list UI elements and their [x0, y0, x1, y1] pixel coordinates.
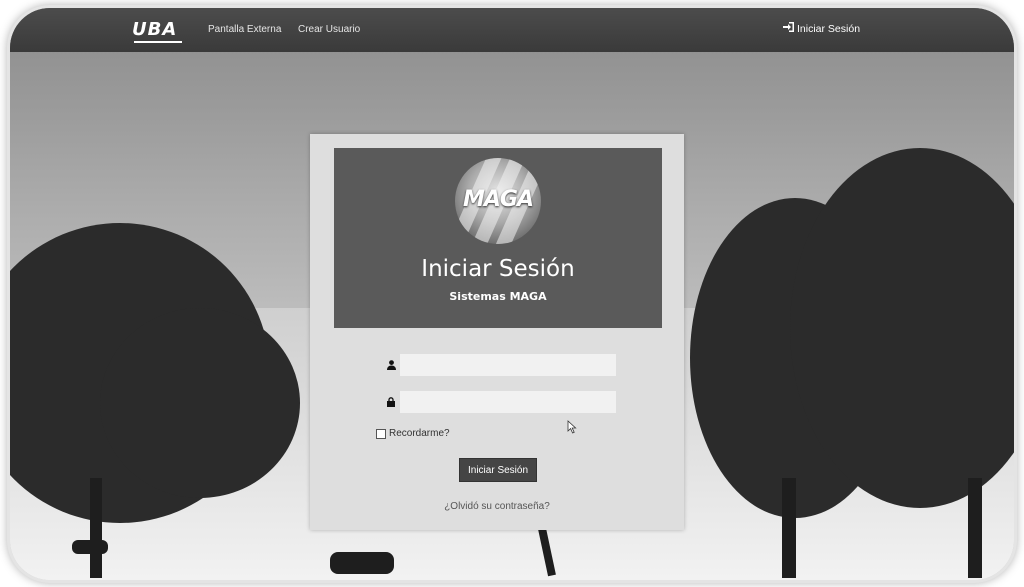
username-row — [382, 352, 626, 378]
top-navbar: UBA Pantalla Externa Crear Usuario Inici… — [10, 8, 1014, 52]
screenshot-frame: UBA Pantalla Externa Crear Usuario Inici… — [10, 8, 1014, 580]
logo-text: MAGA — [462, 187, 534, 212]
username-input[interactable] — [400, 354, 616, 376]
user-icon — [382, 352, 400, 378]
remember-me[interactable]: Recordarme? — [376, 428, 450, 439]
nav-login-label: Iniciar Sesión — [797, 22, 861, 35]
password-row — [382, 389, 626, 415]
login-card-header: MAGA Iniciar Sesión Sistemas MAGA — [334, 148, 662, 328]
remember-checkbox[interactable] — [376, 428, 386, 439]
nav-link-pantalla-externa[interactable]: Pantalla Externa — [208, 24, 281, 35]
maga-logo: MAGA — [455, 158, 541, 244]
remember-label: Recordarme? — [389, 428, 450, 439]
login-subtitle: Sistemas MAGA — [449, 290, 547, 303]
mouse-pointer-icon — [567, 420, 577, 434]
deer-silhouette — [330, 552, 394, 574]
brand-logo[interactable]: UBA — [132, 19, 177, 40]
deer-silhouette — [72, 540, 108, 554]
nav-login-link[interactable]: Iniciar Sesión — [783, 22, 860, 35]
login-submit-button[interactable]: Iniciar Sesión — [459, 458, 537, 482]
forgot-password-link[interactable]: ¿Olvidó su contraseña? — [310, 501, 684, 512]
nav-link-crear-usuario[interactable]: Crear Usuario — [298, 24, 360, 35]
login-title: Iniciar Sesión — [421, 256, 575, 282]
login-card: MAGA Iniciar Sesión Sistemas MAGA Record… — [310, 134, 684, 530]
lock-icon — [382, 389, 400, 415]
sign-in-icon — [783, 22, 794, 35]
password-input[interactable] — [400, 391, 616, 413]
